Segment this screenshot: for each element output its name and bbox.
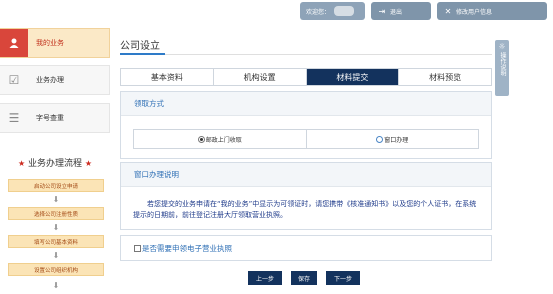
pickup-radio-group: 邮政上门收取 窗口办理 (133, 129, 479, 149)
window-notice-section: 窗口办理说明 若您提交的业务申请在“我的业务”中显示为可领证时，请您携带《核准通… (120, 162, 492, 230)
list-icon: ☰ (8, 111, 20, 125)
sidebar-item-name-check[interactable]: ☰ 字号查重 (0, 103, 110, 133)
window-notice-text: 若您提交的业务申请在“我的业务”中显示为可领证时，请您携带《核准通知书》以及您的… (133, 200, 477, 219)
flow-step[interactable]: 选择公司注册性质 (8, 207, 104, 220)
modify-user-label: 修改用户信息 (456, 8, 493, 16)
radio-postal[interactable]: 邮政上门收取 (134, 130, 307, 148)
license-checkbox-label: 是否需要申领电子营业执照 (142, 243, 232, 253)
tab-material-preview[interactable]: 材料预览 (399, 69, 491, 85)
save-button[interactable]: 保存 (291, 271, 317, 285)
logout-button[interactable]: ⇥ 退出 (371, 2, 431, 20)
wrench-icon: ✕ (444, 6, 452, 16)
prev-button[interactable]: 上一步 (248, 271, 282, 285)
radio-window[interactable]: 窗口办理 (307, 130, 479, 148)
arrow-down-icon: ⬇ (52, 280, 60, 290)
welcome-badge: 欢迎您： (300, 2, 365, 20)
license-section: 是否需要申领电子营业执照 (120, 235, 492, 261)
logout-icon: ⇥ (378, 6, 386, 16)
pickup-heading: 领取方式 (121, 92, 491, 116)
username-masked (334, 6, 355, 16)
step-tabs: 基本资料 机构设置 材料提交 材料预览 (120, 68, 492, 86)
lightbulb-icon: ☼ (498, 42, 506, 51)
radio-selected-icon[interactable] (197, 135, 205, 143)
title-underline (120, 53, 165, 55)
flow-title: ★ 业务办理流程 ★ (0, 156, 110, 169)
flow-step[interactable]: 填写公司基本资料 (8, 235, 104, 248)
welcome-label: 欢迎您： (306, 8, 331, 16)
window-notice-heading: 窗口办理说明 (121, 163, 491, 187)
star-icon: ★ (84, 159, 93, 168)
operation-guide-button[interactable]: ☼ 操作说明 (495, 40, 509, 96)
checkbox-icon: ☑ (8, 73, 20, 87)
pickup-section: 领取方式 邮政上门收取 窗口办理 (120, 91, 492, 159)
action-buttons: 上一步 保存 下一步 (248, 271, 360, 285)
sidebar-item-business-handling[interactable]: ☑ 业务办理 (0, 65, 110, 95)
license-checkbox-row[interactable]: 是否需要申领电子营业执照 (121, 236, 491, 260)
title-divider (120, 54, 492, 55)
arrow-down-icon: ⬇ (52, 250, 60, 260)
sidebar-item-label: 我的业务 (36, 39, 64, 47)
tab-org-setup[interactable]: 机构设置 (213, 69, 307, 85)
arrow-down-icon: ⬇ (52, 222, 60, 232)
flow-title-text: 业务办理流程 (27, 159, 82, 169)
radio-unselected-icon[interactable] (376, 135, 384, 143)
sidebar-item-label: 字号查重 (36, 114, 64, 122)
license-checkbox[interactable] (134, 244, 141, 252)
top-toolbar: 欢迎您： ⇥ 退出 ✕ 修改用户信息 (300, 2, 547, 22)
logout-label: 退出 (390, 8, 403, 16)
sidebar-item-my-business[interactable]: 我的业务 (0, 28, 110, 58)
user-icon (0, 29, 28, 57)
radio-postal-label: 邮政上门收取 (205, 136, 242, 144)
page-title: 公司设立 (120, 41, 160, 52)
sidebar-item-label: 业务办理 (36, 76, 64, 84)
flow-step[interactable]: 启动公司设立申请 (8, 179, 104, 192)
arrow-down-icon: ⬇ (52, 194, 60, 204)
tab-basic-info[interactable]: 基本资料 (121, 69, 214, 85)
star-icon: ★ (17, 159, 26, 168)
next-button[interactable]: 下一步 (326, 271, 360, 285)
radio-window-label: 窗口办理 (384, 136, 409, 144)
operation-guide-label: 操作说明 (499, 52, 506, 76)
modify-user-button[interactable]: ✕ 修改用户信息 (437, 2, 547, 20)
tab-material-submit[interactable]: 材料提交 (306, 69, 400, 85)
flow-step[interactable]: 设置公司组织机构 (8, 263, 104, 276)
